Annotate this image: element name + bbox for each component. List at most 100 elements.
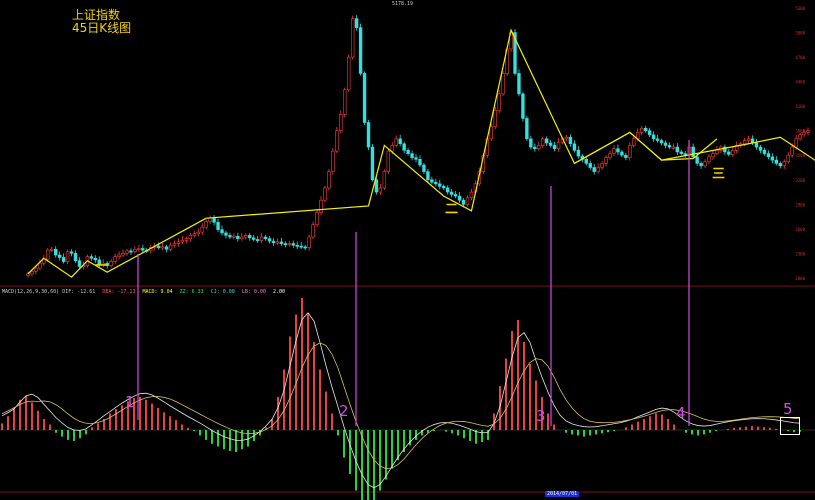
candle [255, 239, 260, 241]
indicator-item: DEA: -17.13 [102, 289, 136, 295]
candle [323, 187, 327, 201]
candle [544, 138, 549, 144]
candle [746, 138, 751, 141]
candle [347, 56, 351, 91]
candle [141, 248, 145, 251]
candle [248, 235, 252, 239]
candle [493, 109, 497, 127]
price-tick-label: 3500 [795, 153, 805, 158]
candle [548, 142, 553, 146]
candle [259, 236, 264, 241]
candle [402, 143, 406, 151]
candle [438, 183, 442, 187]
candle [786, 154, 790, 163]
candle [216, 221, 220, 230]
price-tick-label: 4400 [795, 80, 805, 85]
price-tick-label: 4100 [795, 104, 805, 109]
candle [798, 134, 802, 140]
price-tick-label: 5300 [795, 6, 805, 11]
candle [196, 231, 200, 235]
candle [533, 146, 537, 149]
candle [525, 118, 529, 140]
candle [386, 150, 391, 172]
candle [703, 161, 707, 167]
candle [192, 233, 196, 236]
candle [663, 142, 668, 146]
candle [521, 93, 525, 119]
candle [584, 159, 588, 164]
candle [564, 136, 569, 140]
date-readout: 2014/07/01 [545, 491, 580, 497]
candle [378, 187, 383, 193]
candle [224, 232, 228, 236]
candle [434, 181, 438, 185]
latest-signal-box [780, 417, 800, 435]
candle [319, 199, 323, 213]
chart-title-period: 45日K线图 [72, 21, 132, 35]
candle [275, 241, 280, 244]
indicator-bar: MACD(12,26,9,30,60) DIF: -12.61 DEA: -17… [2, 289, 289, 295]
candle [26, 273, 30, 276]
candle [552, 145, 557, 149]
candle [628, 145, 632, 158]
candle [667, 145, 672, 148]
candle [358, 27, 363, 74]
candle [422, 164, 426, 172]
candle [742, 140, 747, 145]
candle [711, 153, 715, 158]
candle [465, 197, 470, 205]
candle [267, 238, 272, 242]
candle [164, 246, 169, 250]
candle [517, 73, 521, 95]
candle [54, 248, 58, 256]
candle [307, 236, 311, 248]
candle [806, 130, 810, 133]
candle [331, 150, 335, 172]
candle [339, 114, 343, 131]
candle [774, 159, 779, 164]
candle [366, 122, 371, 148]
candle [327, 171, 331, 189]
indicator-item: 2.00 [272, 289, 285, 295]
candle [168, 244, 173, 250]
candle [501, 73, 505, 95]
trend-line [206, 28, 718, 219]
candle [394, 138, 398, 146]
marker-label-2: 2 [339, 402, 349, 420]
candle [556, 141, 561, 149]
candle [612, 148, 616, 154]
candle [220, 229, 224, 234]
candle [117, 254, 121, 257]
price-tick-label: 3200 [795, 178, 805, 183]
candle [449, 191, 454, 195]
candle [754, 142, 759, 148]
candle [89, 256, 94, 259]
candle [350, 18, 355, 58]
candle [699, 163, 703, 167]
candle [69, 251, 74, 254]
candle [430, 179, 434, 183]
candle [707, 156, 711, 163]
candle [541, 138, 545, 146]
peak-price-label: 5178.19 [392, 1, 414, 7]
candle [659, 140, 664, 144]
candle [529, 138, 533, 148]
candle [568, 136, 573, 145]
candle [647, 130, 652, 136]
candle [414, 157, 418, 160]
candle [620, 151, 624, 156]
candle [263, 236, 268, 239]
candle [113, 256, 117, 262]
candle [715, 150, 719, 154]
candle [172, 243, 177, 246]
candle [188, 235, 193, 239]
candle [790, 146, 794, 156]
candle [73, 253, 78, 262]
candle [679, 151, 683, 154]
candle [295, 244, 299, 247]
candle [576, 150, 581, 157]
candle [406, 150, 410, 154]
candle [445, 187, 450, 193]
candle [244, 235, 248, 238]
candle [46, 249, 50, 260]
